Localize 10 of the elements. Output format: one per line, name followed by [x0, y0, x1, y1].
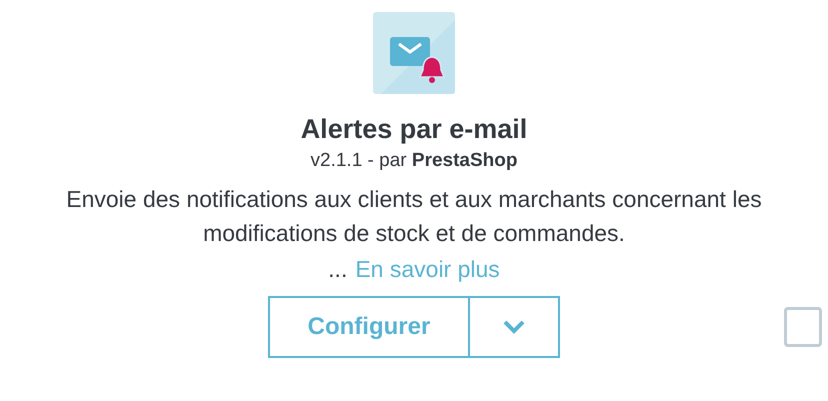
envelope-bell-icon: [373, 12, 455, 94]
select-checkbox[interactable]: [784, 307, 822, 347]
dropdown-button[interactable]: [470, 296, 560, 358]
version-author: v2.1.1 - par PrestaShop: [310, 149, 518, 173]
configure-button[interactable]: Configurer: [268, 296, 470, 358]
module-title: Alertes par e-mail: [300, 113, 528, 146]
chevron-down-icon: [503, 320, 525, 334]
module-description: Envoie des notifications aux clients et aux marchants concernant les modifications de stock et de commandes.: [65, 185, 763, 248]
ellipsis: ...: [328, 255, 348, 284]
learn-more-link[interactable]: En savoir plus: [355, 252, 500, 286]
